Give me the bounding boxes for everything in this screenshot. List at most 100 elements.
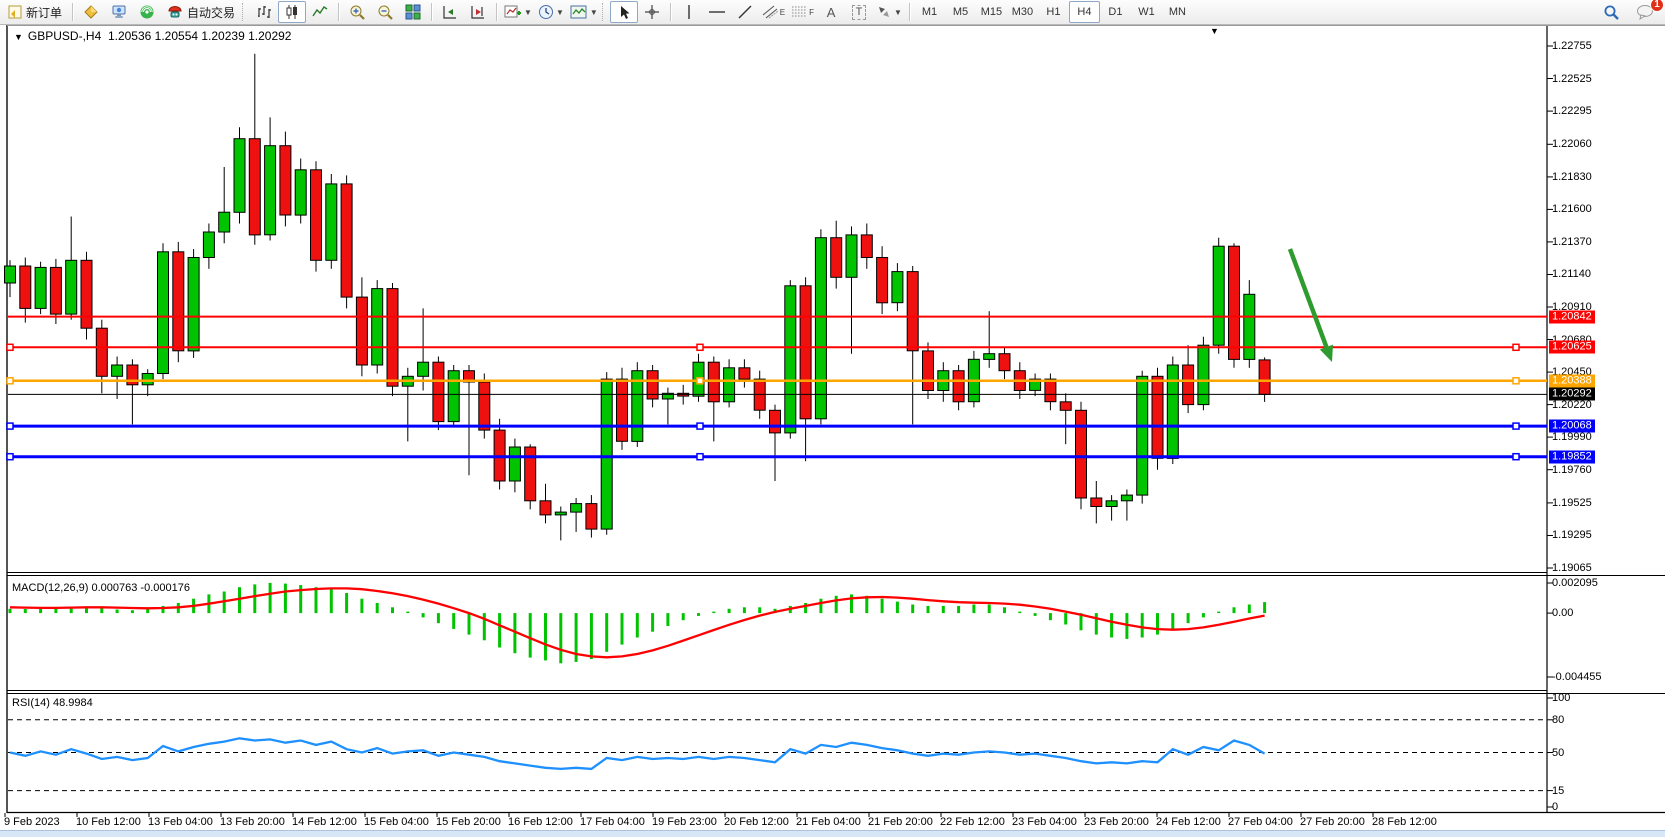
- auto-scroll-button[interactable]: [436, 1, 464, 23]
- crosshair-tool-button[interactable]: [638, 1, 666, 23]
- toolbar-separator: [431, 3, 432, 21]
- timeframe-w1-button[interactable]: W1: [1131, 1, 1162, 23]
- candle: [509, 447, 520, 481]
- candle: [1167, 365, 1178, 458]
- price-tick-label: 1.19760: [1552, 464, 1592, 476]
- symbol-period-label: GBPUSD-,H4: [28, 29, 101, 43]
- toolbar-grip: [602, 3, 607, 21]
- price-level-tag: 1.20068: [1549, 420, 1595, 433]
- candle: [1045, 379, 1056, 402]
- timeframe-d1-button[interactable]: D1: [1100, 1, 1131, 23]
- new-order-label: 新订单: [26, 4, 62, 21]
- line-handle[interactable]: [1513, 344, 1519, 350]
- zoom-in-button[interactable]: [343, 1, 371, 23]
- notifications-button[interactable]: 1: [1631, 1, 1659, 23]
- line-chart-mode-button[interactable]: [306, 1, 334, 23]
- candle: [1259, 360, 1270, 395]
- auto-trading-button[interactable]: 自动交易: [161, 1, 241, 23]
- auto-scroll-icon: [442, 4, 458, 20]
- line-handle[interactable]: [7, 423, 13, 429]
- line-handle[interactable]: [7, 454, 13, 460]
- bar-chart-mode-button[interactable]: [250, 1, 278, 23]
- candle: [1060, 402, 1071, 411]
- candle: [724, 368, 735, 402]
- tile-windows-button[interactable]: [399, 1, 427, 23]
- text-label-tool-button[interactable]: T: [845, 1, 873, 23]
- candles: [5, 54, 1271, 541]
- candle: [571, 504, 582, 512]
- clock-icon: [538, 4, 554, 20]
- horizontal-line-tool-button[interactable]: [703, 1, 731, 23]
- candle: [50, 267, 61, 314]
- candle: [601, 379, 612, 529]
- price-level-tag: 1.20388: [1549, 374, 1595, 387]
- cursor-icon: [617, 5, 631, 20]
- periods-button[interactable]: ▼: [535, 1, 567, 23]
- new-order-button[interactable]: 新订单: [2, 1, 68, 23]
- timeframe-m1-button[interactable]: M1: [914, 1, 945, 23]
- line-handle[interactable]: [7, 378, 13, 384]
- timeframe-h4-button[interactable]: H4: [1069, 1, 1100, 23]
- market-watch-button[interactable]: [77, 1, 105, 23]
- candle: [219, 212, 230, 232]
- arrows-tool-button[interactable]: ▼: [873, 1, 905, 23]
- time-axis-label: 21 Feb 04:00: [796, 816, 861, 828]
- candle: [923, 351, 934, 391]
- chart-canvas[interactable]: [0, 0, 1665, 837]
- toolbar-separator: [670, 3, 671, 21]
- candle: [96, 328, 107, 376]
- line-handle[interactable]: [1513, 454, 1519, 460]
- timeframe-m5-button[interactable]: M5: [945, 1, 976, 23]
- trend-arrow-annotation[interactable]: [1290, 249, 1333, 362]
- rsi-indicator-label: RSI(14) 48.9984: [12, 697, 93, 709]
- chart-shift-button[interactable]: [464, 1, 492, 23]
- candle: [739, 368, 750, 379]
- candle: [265, 146, 276, 235]
- price-tick-label: 1.19990: [1552, 431, 1592, 443]
- line-handle[interactable]: [1513, 423, 1519, 429]
- chart-title: ▼GBPUSD-,H4 1.20536 1.20554 1.20239 1.20…: [14, 29, 291, 43]
- line-handle[interactable]: [697, 423, 703, 429]
- candlestick-mode-button[interactable]: [278, 1, 306, 23]
- zoom-out-button[interactable]: [371, 1, 399, 23]
- macd-tick-label: 0.002095: [1552, 577, 1598, 589]
- candle: [540, 501, 551, 515]
- symbol-dropdown-caret-icon[interactable]: ▼: [14, 32, 23, 42]
- candle: [800, 286, 811, 419]
- timeframe-m30-button[interactable]: M30: [1007, 1, 1038, 23]
- terminal-button[interactable]: [105, 1, 133, 23]
- trendline-tool-button[interactable]: [731, 1, 759, 23]
- vertical-line-tool-button[interactable]: [675, 1, 703, 23]
- price-tick-label: 1.22525: [1552, 73, 1592, 85]
- candle: [188, 258, 199, 351]
- candle: [112, 365, 123, 376]
- templates-button[interactable]: ▼: [567, 1, 601, 23]
- time-axis-label: 24 Feb 12:00: [1156, 816, 1221, 828]
- timeframe-m15-button[interactable]: M15: [976, 1, 1007, 23]
- line-handle[interactable]: [7, 344, 13, 350]
- line-handle[interactable]: [697, 344, 703, 350]
- equidistant-channel-tool-button[interactable]: E: [759, 1, 788, 23]
- timeframe-mn-button[interactable]: MN: [1162, 1, 1193, 23]
- candle: [999, 354, 1010, 371]
- chart-shift-icon: [470, 4, 486, 20]
- new-order-icon: [8, 5, 22, 19]
- cursor-tool-button[interactable]: [610, 1, 638, 23]
- price-tick-label: 1.19525: [1552, 497, 1592, 509]
- price-tick-label: 1.19065: [1552, 562, 1592, 574]
- line-handle[interactable]: [697, 378, 703, 384]
- search-button[interactable]: [1597, 1, 1625, 23]
- indicators-button[interactable]: ▼: [501, 1, 535, 23]
- main-toolbar: 新订单: [0, 0, 1665, 25]
- time-axis-label: 22 Feb 12:00: [940, 816, 1005, 828]
- text-tool-button[interactable]: A: [817, 1, 845, 23]
- chart-shift-marker[interactable]: ▼: [1210, 26, 1219, 36]
- signals-button[interactable]: [133, 1, 161, 23]
- line-handle[interactable]: [697, 454, 703, 460]
- timeframe-h1-button[interactable]: H1: [1038, 1, 1069, 23]
- fibonacci-tool-button[interactable]: F: [788, 1, 817, 23]
- text-tool-icon: A: [827, 5, 836, 20]
- search-icon: [1603, 4, 1620, 21]
- bar-chart-icon: [256, 4, 272, 20]
- line-handle[interactable]: [1513, 378, 1519, 384]
